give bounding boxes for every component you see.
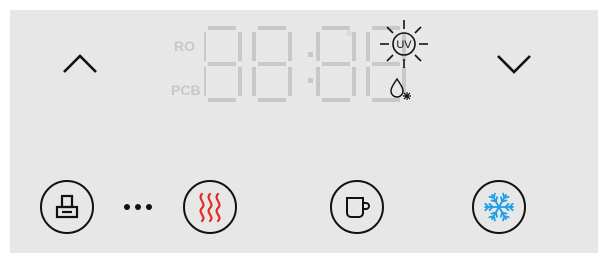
- up-button[interactable]: [58, 46, 102, 82]
- degree-symbol: °: [346, 29, 352, 46]
- cup-button[interactable]: [330, 180, 384, 234]
- chevron-down-icon: [497, 55, 531, 74]
- segment-display: RO PCB ° UV: [166, 16, 436, 106]
- chevron-up-icon: [63, 54, 97, 73]
- dots-separator: [124, 204, 152, 210]
- hot-water-button[interactable]: [183, 180, 237, 234]
- faucet-icon: [55, 194, 79, 219]
- water-drop-icon: [390, 77, 411, 100]
- heat-waves-icon: [199, 192, 221, 223]
- cup-icon: [346, 197, 370, 218]
- pcb-label: PCB: [171, 82, 201, 98]
- snowflake-icon: [484, 192, 514, 222]
- uv-label: UV: [396, 39, 412, 51]
- ro-label: RO: [174, 38, 195, 54]
- cold-water-button[interactable]: [472, 180, 526, 234]
- down-button[interactable]: [492, 46, 536, 82]
- uv-sun-icon: UV: [380, 20, 428, 68]
- faucet-button[interactable]: [40, 180, 94, 234]
